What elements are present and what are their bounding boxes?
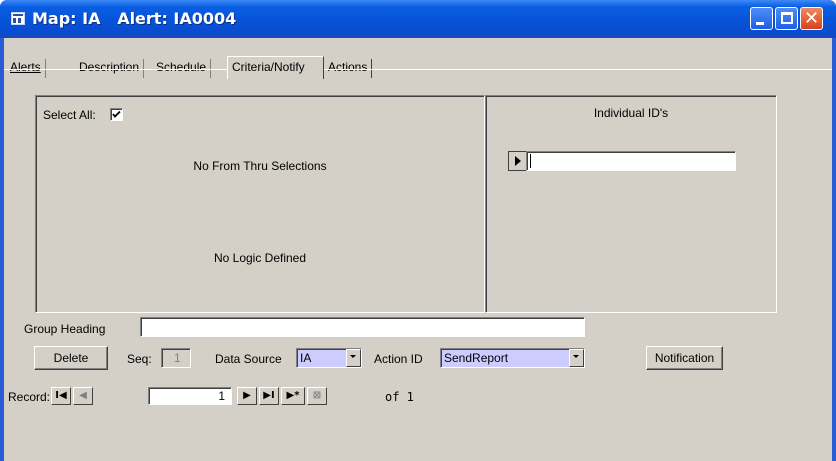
record-navigator: I◀ ◀ 1 ▶ ▶I ▶* ⊠ [51, 387, 351, 407]
group-heading-input[interactable] [140, 317, 585, 337]
seq-value: 1 [174, 351, 181, 365]
data-source-combo[interactable]: IA [296, 348, 362, 368]
individual-ids-panel: Individual ID's [485, 95, 777, 313]
tab-alerts-label: Alerts [10, 60, 41, 74]
record-number-value: 1 [218, 389, 225, 403]
record-label: Record: [8, 390, 51, 404]
new-record-icon[interactable]: ▶* [281, 387, 305, 405]
record-selector[interactable] [508, 151, 526, 171]
form-icon [11, 12, 25, 25]
delete-button[interactable]: Delete [34, 346, 108, 370]
chevron-down-icon[interactable] [569, 349, 584, 367]
criteria-panel: Select All: No From Thru Selections No L… [35, 95, 485, 313]
record-number-input[interactable]: 1 [148, 387, 232, 405]
delete-record-icon[interactable]: ⊠ [307, 387, 327, 405]
from-thru-text: No From Thru Selections [193, 159, 327, 173]
logic-text: No Logic Defined [213, 251, 307, 265]
tab-schedule-label: Schedule [156, 60, 207, 74]
tab-strip: Alerts Description Schedule Criteria/Not… [4, 47, 832, 79]
select-all-checkbox[interactable] [110, 108, 123, 121]
window: Map: IA Alert: IA0004 ✕ Alerts Descripti… [0, 0, 836, 461]
tab-actions-label: Actions [328, 60, 368, 74]
action-id-combo[interactable]: SendReport [440, 348, 585, 368]
next-record-icon[interactable]: ▶ [237, 387, 257, 405]
close-icon: ✕ [803, 8, 820, 29]
individual-ids-heading: Individual ID's [593, 106, 669, 120]
maximize-icon [781, 12, 793, 24]
last-record-icon[interactable]: ▶I [259, 387, 279, 405]
data-source-label: Data Source [215, 352, 282, 366]
tab-criteria-notify[interactable]: Criteria/Notify [227, 56, 324, 79]
previous-record-icon[interactable]: ◀ [73, 387, 93, 405]
minimize-icon [756, 22, 764, 25]
tab-criteria-notify-label: Criteria/Notify [232, 60, 305, 74]
form-client-area: Alerts Description Schedule Criteria/Not… [4, 38, 832, 461]
action-id-label: Action ID [374, 352, 423, 366]
group-heading-label: Group Heading [24, 322, 106, 336]
seq-field: 1 [161, 348, 191, 368]
first-record-icon[interactable]: I◀ [51, 387, 71, 405]
text-cursor [530, 154, 531, 168]
tab-divider [4, 69, 832, 70]
action-id-value: SendReport [444, 351, 509, 365]
notification-button[interactable]: Notification [646, 346, 723, 370]
individual-id-field[interactable] [526, 151, 736, 171]
select-all-label: Select All: [43, 108, 96, 122]
current-record-icon [515, 156, 521, 166]
title-bar[interactable]: Map: IA Alert: IA0004 ✕ [0, 0, 836, 38]
maximize-button[interactable] [775, 7, 798, 30]
window-title: Map: IA Alert: IA0004 [32, 9, 237, 28]
seq-label: Seq: [127, 352, 152, 366]
data-source-value: IA [300, 351, 312, 365]
tab-description-label: Description [79, 60, 140, 74]
checkmark-icon [112, 110, 121, 118]
chevron-down-icon[interactable] [346, 349, 361, 367]
record-count-text: of 1 [385, 390, 414, 404]
minimize-button[interactable] [750, 7, 773, 30]
close-button[interactable]: ✕ [800, 7, 823, 30]
